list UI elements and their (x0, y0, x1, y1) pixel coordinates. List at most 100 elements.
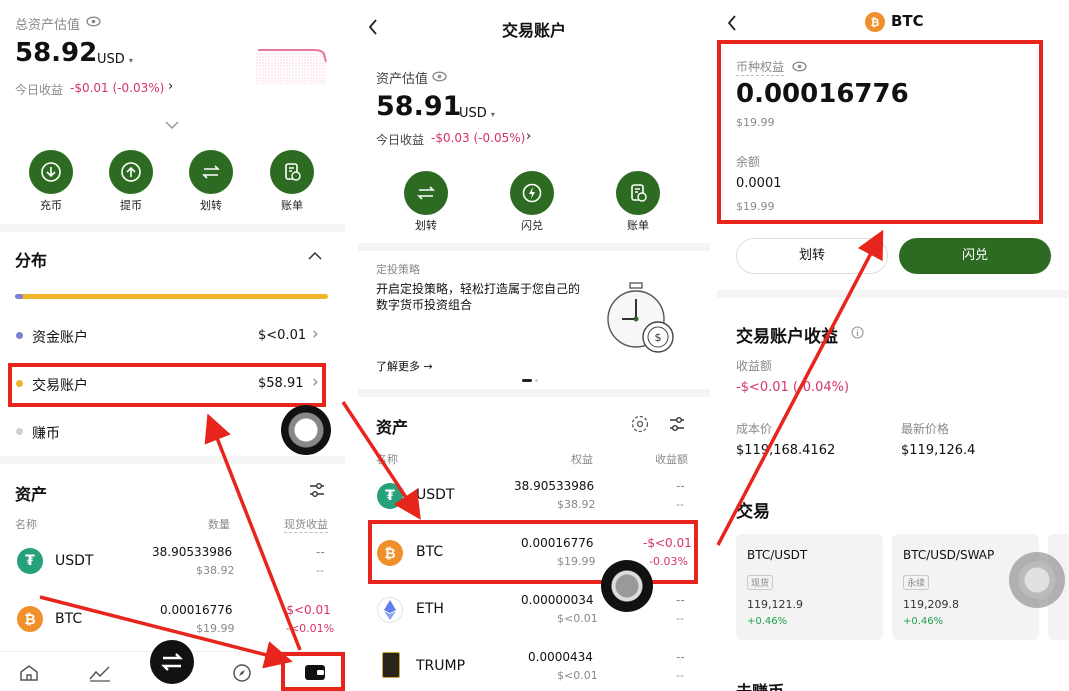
asset-row-trump[interactable]: TRUMP 0.0000434 $<0.01 -- -- (358, 644, 710, 690)
asset-row-usdt[interactable]: ₮ USDT 38.90533986 $38.92 -- -- (0, 540, 345, 584)
promo-tag: 定投策略 (376, 263, 420, 276)
transfer-button[interactable]: 划转 (736, 238, 888, 274)
asset-pnl-pct: -- (316, 564, 324, 577)
trump-icon (382, 652, 400, 678)
last-price-value: $119,126.4 (901, 443, 976, 458)
asset-qty: 38.90533986 (152, 545, 233, 559)
trade-button[interactable] (150, 640, 194, 684)
asset-pnl-pct: -- (676, 669, 684, 682)
filter-icon[interactable] (669, 416, 685, 432)
hide-small-icon[interactable] (631, 415, 649, 433)
btc-detail-panel: ₿ BTC 币种权益 0.00016776 $19.99 余额 0.0001 $… (717, 0, 1069, 691)
download-icon (41, 162, 61, 182)
touch-indicator (1009, 552, 1065, 608)
pair-name: BTC/USD/SWAP (903, 548, 995, 562)
bill-icon (631, 184, 647, 202)
transfer-button[interactable] (189, 150, 233, 194)
col-pnl: 现货收益 (284, 518, 328, 533)
asset-usd: $<0.01 (557, 669, 598, 682)
back-arrow-icon[interactable] (727, 14, 737, 32)
highlight-box (281, 652, 345, 691)
stopwatch-illustration: $ (607, 282, 674, 353)
withdraw-button[interactable] (109, 150, 153, 194)
cost-value: $119,168.4162 (736, 443, 836, 458)
asset-pnl-pct: -<0.01% (286, 622, 335, 635)
home-icon[interactable] (19, 664, 39, 682)
chevron-right-icon: › (312, 324, 319, 344)
market-icon[interactable] (88, 664, 112, 682)
deposit-label: 充币 (40, 199, 62, 212)
section-divider (0, 224, 345, 232)
pair-tag: 现货 (747, 571, 774, 590)
trading-account-panel: 交易账户 资产估值 58.91 USD ▾ 今日收益 -$0.03 (-0.05… (358, 0, 710, 691)
transfer-icon (417, 186, 435, 200)
total-assets-value: 58.92 (15, 38, 98, 68)
col-equity: 权益 (571, 453, 593, 466)
highlight-box (8, 363, 326, 407)
chevron-right-icon[interactable]: › (526, 129, 531, 144)
flash-convert-button[interactable]: 闪兑 (899, 238, 1051, 274)
transfer-icon (202, 165, 220, 179)
estimate-label: 资产估值 (376, 72, 429, 87)
pair-change: +0.46% (903, 616, 944, 627)
discover-icon[interactable] (232, 663, 252, 683)
filter-icon[interactable] (309, 482, 325, 498)
asset-pnl-pct: -- (676, 498, 684, 511)
section-divider (358, 389, 710, 397)
asset-qty: 0.00016776 (160, 603, 233, 617)
asset-usd: $38.92 (196, 564, 235, 577)
touch-indicator (601, 560, 653, 612)
swap-icon (161, 653, 183, 671)
page-title: BTC (891, 12, 924, 30)
bill-button[interactable] (270, 150, 314, 194)
page-title: 交易账户 (501, 21, 566, 40)
flash-convert-button[interactable] (510, 171, 554, 215)
svg-text:$: $ (655, 331, 662, 344)
chevron-right-icon[interactable]: › (168, 79, 173, 94)
carousel-dot (535, 379, 538, 382)
dca-promo-banner[interactable]: 定投策略 开启定投策略，轻松打造属于您自己的数字货币投资组合 了解更多 → $ (358, 251, 710, 386)
chevron-down-icon[interactable] (165, 121, 179, 130)
btc-icon: ₿ (865, 12, 885, 32)
assets-overview-panel: 总资产估值 58.92 USD ▾ 今日收益 -$0.01 (-0.03%) ›… (0, 0, 345, 691)
assets-title: 资产 (376, 418, 409, 437)
asset-usd: $19.99 (196, 622, 235, 635)
trade-section-title: 交易 (736, 502, 770, 522)
account-row-funding[interactable]: 资金账户 $<0.01 › (0, 318, 345, 354)
pair-price: 119,121.9 (747, 598, 803, 611)
asset-row-btc[interactable]: ₿ BTC 0.00016776 $19.99 -$<0.01 -<0.01% (0, 598, 345, 642)
col-name: 名称 (15, 518, 37, 531)
highlight-box (717, 40, 1043, 224)
trading-pair-card[interactable]: BTC/USDT 现货 119,121.9 +0.46% (736, 534, 883, 640)
today-pnl-value: -$0.01 (-0.03%) (70, 81, 165, 95)
eye-icon[interactable] (86, 16, 101, 27)
account-value: $<0.01 (258, 328, 307, 343)
deposit-button[interactable] (29, 150, 73, 194)
learn-more-link[interactable]: 了解更多 → (376, 358, 433, 374)
currency-selector[interactable]: USD ▾ (459, 106, 495, 121)
eye-icon[interactable] (432, 71, 447, 82)
col-qty: 数量 (208, 518, 230, 531)
asset-symbol: USDT (416, 487, 455, 503)
transfer-button[interactable] (404, 171, 448, 215)
asset-usd: $38.92 (557, 498, 596, 511)
sparkline-chart (256, 49, 327, 84)
asset-row-usdt[interactable]: ₮ USDT 38.90533986 $38.92 -- -- (358, 473, 710, 519)
asset-row-eth[interactable]: ETH 0.00000034 $<0.01 -- -- (358, 587, 710, 633)
bill-button[interactable] (616, 171, 660, 215)
distribution-bar (15, 294, 328, 299)
usdt-icon: ₮ (17, 548, 43, 574)
info-icon[interactable] (851, 326, 864, 339)
col-pnl: 收益额 (655, 453, 688, 466)
asset-qty: 38.90533986 (514, 479, 595, 493)
account-name: 赚币 (32, 426, 60, 442)
chevron-up-icon[interactable] (308, 251, 322, 260)
asset-symbol: USDT (55, 553, 94, 569)
asset-pnl: -- (676, 479, 685, 493)
section-divider (717, 290, 1069, 298)
account-name: 资金账户 (32, 330, 88, 346)
col-name: 名称 (376, 453, 398, 466)
transfer-label: 划转 (415, 219, 437, 232)
currency-selector[interactable]: USD ▾ (97, 52, 133, 67)
carousel-dot-active (522, 379, 532, 382)
